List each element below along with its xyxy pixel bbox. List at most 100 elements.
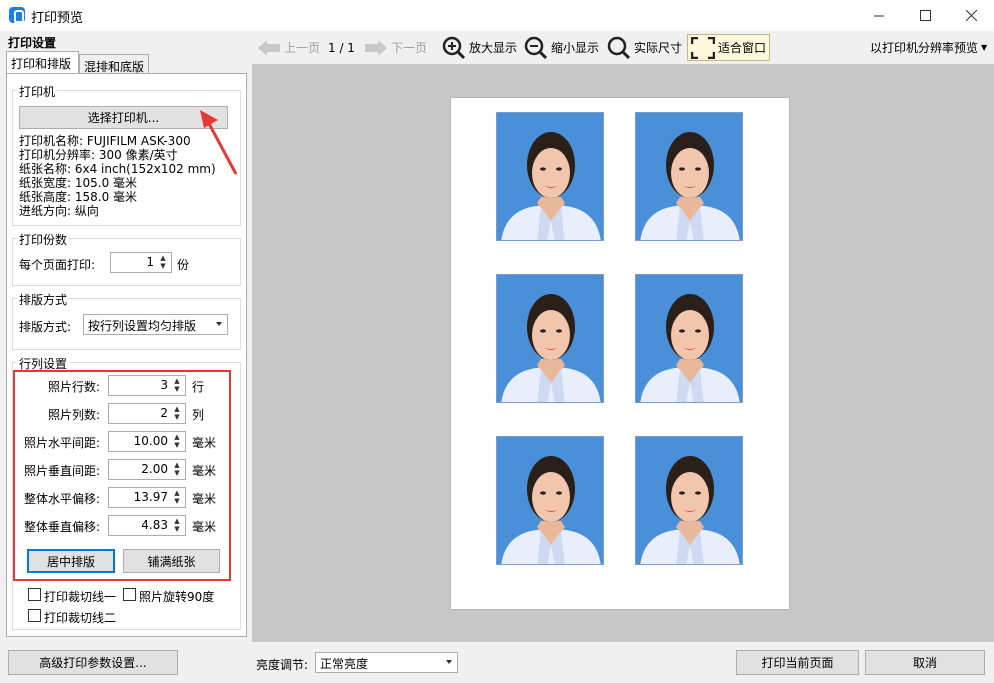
rotate-label[interactable]: 照片旋转90度 (139, 588, 214, 605)
arrow-right-icon (365, 39, 387, 56)
cols-stepper[interactable]: 2 ▲ ▼ (108, 403, 186, 424)
v-spacing-label: 照片垂直间距: (23, 464, 100, 478)
app-icon (9, 7, 25, 24)
id-photo (496, 274, 604, 403)
fit-window-button[interactable]: 适合窗口 (687, 34, 770, 61)
actual-size-label: 实际尺寸 (634, 41, 683, 55)
chevron-down-icon (446, 660, 452, 664)
id-photo (635, 436, 743, 565)
h-spacing-value: 10.00 (133, 434, 168, 448)
h-offset-value: 13.97 (133, 490, 168, 504)
cols-label: 照片列数: (47, 408, 100, 422)
layout-group-title: 排版方式 (17, 291, 70, 308)
cut-line-one-label[interactable]: 打印裁切线一 (44, 588, 116, 605)
copies-unit: 份 (177, 258, 190, 272)
v-offset-stepper[interactable]: 4.83 ▲ ▼ (108, 515, 186, 536)
v-offset-label: 整体垂直偏移: (23, 520, 100, 534)
zoom-out-icon (524, 36, 548, 59)
cut-line-two-checkbox[interactable] (28, 609, 41, 622)
rows-unit: 行 (192, 380, 205, 394)
rows-value: 3 (160, 378, 168, 392)
bottom-bar: 高级打印参数设置... 亮度调节: 正常亮度 打印当前页面 取消 (0, 642, 994, 683)
h-spacing-label: 照片水平间距: (23, 436, 100, 450)
annotation-arrow-icon (200, 110, 238, 175)
copies-group-title: 打印份数 (17, 231, 70, 248)
rows-stepper[interactable]: 3 ▲ ▼ (108, 375, 186, 396)
zoom-out-button[interactable]: 缩小显示 (524, 33, 599, 62)
fit-window-icon (691, 36, 715, 59)
center-layout-button[interactable]: 居中排版 (27, 549, 115, 573)
dropdown-arrow-icon: ▼ (981, 43, 988, 52)
id-photo (496, 436, 604, 565)
next-page-button[interactable]: 下一页 (365, 33, 427, 62)
id-photo (496, 112, 604, 241)
print-current-page-button[interactable]: 打印当前页面 (736, 650, 859, 675)
preview-toolbar: 上一页 1 / 1 下一页 放大显示 缩小显示 实际尺寸 适合窗口 以打印机分辨… (252, 33, 994, 62)
copies-stepper[interactable]: 1 ▲ ▼ (110, 252, 172, 273)
layout-select-value: 按行列设置均匀排版 (88, 319, 197, 333)
stepper-arrows-icon[interactable]: ▲ ▼ (171, 461, 183, 478)
stepper-arrows-icon[interactable]: ▲ ▼ (171, 405, 183, 422)
stepper-arrows-icon[interactable]: ▲ ▼ (171, 377, 183, 394)
stepper-arrows-icon[interactable]: ▲ ▼ (171, 489, 183, 506)
copies-value: 1 (146, 255, 154, 269)
brightness-select[interactable]: 正常亮度 (315, 652, 458, 673)
advanced-settings-button[interactable]: 高级打印参数设置... (8, 650, 178, 675)
printer-group-title: 打印机 (17, 83, 58, 100)
fit-window-label: 适合窗口 (718, 41, 767, 55)
stepper-arrows-icon[interactable]: ▲ ▼ (157, 254, 169, 271)
prev-page-button[interactable]: 上一页 (258, 33, 320, 62)
h-spacing-stepper[interactable]: 10.00 ▲ ▼ (108, 431, 186, 452)
copies-label: 每个页面打印: (19, 258, 96, 272)
printer-name: 打印机名称: FUJIFILM ASK-300 (19, 134, 191, 148)
h-spacing-unit: 毫米 (192, 436, 217, 450)
layout-select[interactable]: 按行列设置均匀排版 (83, 314, 228, 335)
panel-header: 打印设置 (8, 36, 57, 50)
actual-size-button[interactable]: 实际尺寸 (607, 33, 682, 62)
v-spacing-stepper[interactable]: 2.00 ▲ ▼ (108, 459, 186, 480)
close-icon (965, 10, 977, 21)
h-offset-label: 整体水平偏移: (23, 492, 100, 506)
zoom-in-icon (442, 36, 466, 59)
preview-mode-dropdown[interactable]: 以打印机分辨率预览 ▼ (870, 33, 987, 62)
printer-info: 打印机名称: FUJIFILM ASK-300 打印机分辨率: 300 像素/英… (19, 134, 216, 218)
zoom-out-label: 缩小显示 (551, 41, 600, 55)
minimize-button[interactable] (856, 0, 902, 31)
rotate-checkbox[interactable] (123, 588, 136, 601)
title-bar: 打印预览 (0, 0, 994, 31)
maximize-button[interactable] (902, 0, 948, 31)
zoom-in-button[interactable]: 放大显示 (442, 33, 517, 62)
cols-value: 2 (160, 406, 168, 420)
cut-line-two-label[interactable]: 打印裁切线二 (44, 609, 116, 626)
paper-width: 纸张宽度: 105.0 毫米 (19, 176, 138, 190)
minimize-icon (874, 15, 884, 16)
close-button[interactable] (948, 0, 994, 31)
chevron-down-icon (216, 322, 222, 326)
magnifier-icon (607, 36, 631, 59)
stepper-arrows-icon[interactable]: ▲ ▼ (171, 433, 183, 450)
prev-page-label: 上一页 (284, 41, 321, 55)
v-offset-unit: 毫米 (192, 520, 217, 534)
arrow-left-icon (258, 39, 280, 56)
tab-print-layout[interactable]: 打印和排版 (6, 51, 79, 73)
maximize-icon (919, 10, 931, 21)
h-offset-stepper[interactable]: 13.97 ▲ ▼ (108, 487, 186, 508)
layout-label: 排版方式: (19, 320, 72, 334)
v-spacing-unit: 毫米 (192, 464, 217, 478)
brightness-label: 亮度调节: (256, 658, 309, 672)
v-offset-value: 4.83 (141, 518, 168, 532)
cancel-button[interactable]: 取消 (865, 650, 985, 675)
print-paper (451, 98, 789, 609)
cut-line-one-checkbox[interactable] (28, 588, 41, 601)
next-page-label: 下一页 (391, 41, 428, 55)
printer-resolution: 打印机分辨率: 300 像素/英寸 (19, 148, 178, 162)
preview-mode-label: 以打印机分辨率预览 (870, 41, 979, 55)
stepper-arrows-icon[interactable]: ▲ ▼ (171, 517, 183, 534)
rows-label: 照片行数: (47, 380, 100, 394)
zoom-in-label: 放大显示 (469, 41, 518, 55)
brightness-value: 正常亮度 (320, 657, 369, 671)
paper-name: 纸张名称: 6x4 inch(152x102 mm) (19, 162, 216, 176)
fill-paper-button[interactable]: 铺满纸张 (123, 549, 220, 573)
id-photo (635, 274, 743, 403)
tab-mixed-layout[interactable]: 混排和底版 (79, 54, 149, 74)
